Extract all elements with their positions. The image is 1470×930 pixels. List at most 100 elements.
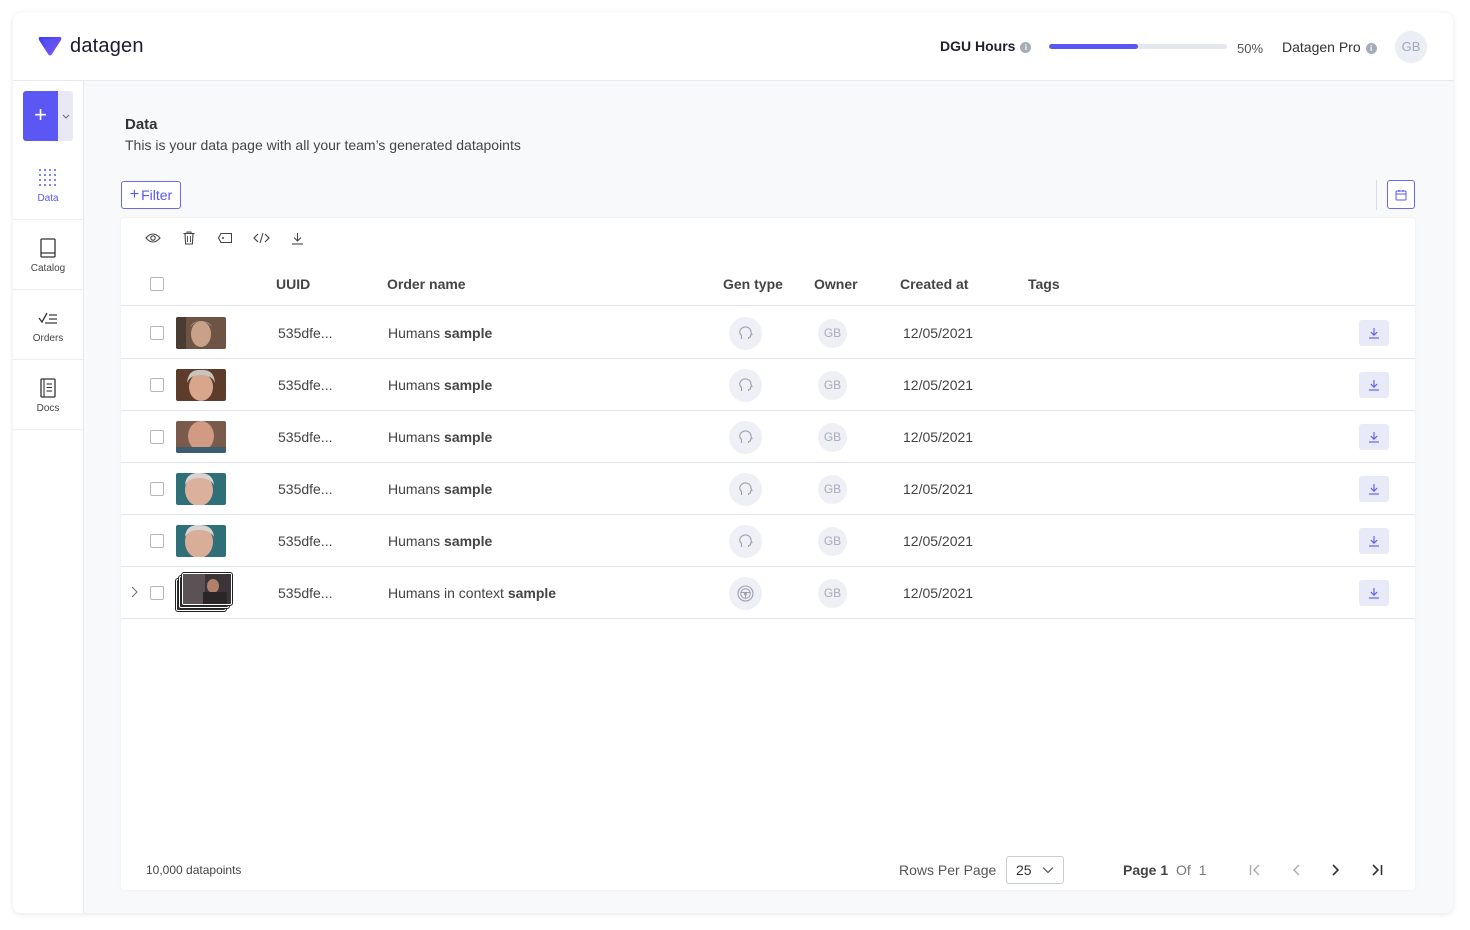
- steering-wheel-icon: [737, 585, 754, 602]
- row-checkbox[interactable]: [150, 586, 164, 600]
- gen-type-badge: [729, 317, 762, 350]
- table-row[interactable]: 535dfe... Humans sample GB 12/05/2021: [121, 515, 1415, 567]
- table-row[interactable]: 535dfe... Humans sample GB 12/05/2021: [121, 359, 1415, 411]
- delete-button[interactable]: [171, 228, 207, 248]
- prev-page-button[interactable]: [1283, 856, 1311, 884]
- download-icon: [1369, 380, 1379, 391]
- datapoint-thumbnail[interactable]: [176, 369, 226, 401]
- order-name-cell: Humans sample: [388, 377, 492, 393]
- create-dropdown[interactable]: [58, 91, 73, 141]
- row-checkbox[interactable]: [150, 326, 164, 340]
- filter-button[interactable]: + Filter: [121, 181, 181, 209]
- sidebar-item-label: Data: [37, 192, 59, 204]
- download-icon: [1369, 484, 1379, 495]
- owner-avatar[interactable]: GB: [818, 475, 847, 504]
- order-name-bold: sample: [444, 481, 493, 497]
- created-at-cell: 12/05/2021: [903, 481, 974, 497]
- code-icon: [252, 232, 270, 244]
- datapoint-thumbnail-stack[interactable]: [176, 571, 234, 611]
- dgu-progress-percent: 50%: [1237, 41, 1264, 56]
- plus-icon: +: [129, 186, 140, 203]
- order-name-cell: Humans sample: [388, 429, 492, 445]
- column-header-created-at[interactable]: Created at: [900, 276, 968, 292]
- order-name-cell: Humans sample: [388, 325, 492, 341]
- column-header-order-name[interactable]: Order name: [387, 276, 466, 292]
- column-header-owner[interactable]: Owner: [814, 276, 858, 292]
- next-page-button[interactable]: [1321, 856, 1349, 884]
- owner-avatar[interactable]: GB: [818, 423, 847, 452]
- datapoint-thumbnail[interactable]: [176, 317, 226, 349]
- face-thumbnail: [176, 317, 226, 349]
- dgu-hours-label: DGU Hours i: [940, 38, 1032, 54]
- chevron-right-icon[interactable]: [130, 585, 140, 599]
- table-row[interactable]: 535dfe... Humans sample GB 12/05/2021: [121, 463, 1415, 515]
- order-name-cell: Humans in context sample: [388, 585, 556, 601]
- app-window: datagen DGU Hours i 50% Datagen Pro i GB +: [13, 13, 1453, 913]
- dgu-hours-text: DGU Hours: [940, 38, 1016, 54]
- owner-avatar[interactable]: GB: [818, 319, 847, 348]
- head-profile-icon: [739, 482, 753, 495]
- column-header-tags[interactable]: Tags: [1028, 276, 1060, 292]
- sidebar-item-catalog[interactable]: Catalog: [13, 222, 83, 290]
- info-icon[interactable]: i: [1365, 43, 1377, 54]
- row-download-button[interactable]: [1359, 320, 1389, 346]
- download-all-button[interactable]: [279, 228, 315, 248]
- page-title: Data: [125, 116, 158, 133]
- code-button[interactable]: [243, 228, 279, 248]
- sidebar-item-orders[interactable]: Orders: [13, 292, 83, 360]
- owner-avatar[interactable]: GB: [818, 527, 847, 556]
- order-name-prefix: Humans: [388, 377, 445, 393]
- uuid-cell: 535dfe...: [278, 377, 333, 393]
- plus-icon[interactable]: +: [23, 91, 58, 141]
- created-at-cell: 12/05/2021: [903, 325, 974, 341]
- column-header-gen-type[interactable]: Gen type: [723, 276, 783, 292]
- row-download-button[interactable]: [1359, 580, 1389, 606]
- scene-thumbnail: [183, 574, 231, 604]
- uuid-cell: 535dfe...: [278, 533, 333, 549]
- row-checkbox[interactable]: [150, 430, 164, 444]
- logo-text: datagen: [70, 34, 144, 57]
- info-icon[interactable]: i: [1020, 42, 1032, 53]
- download-icon: [1369, 536, 1379, 547]
- download-icon: [1369, 432, 1379, 443]
- row-checkbox[interactable]: [150, 534, 164, 548]
- checklist-icon: [38, 312, 57, 324]
- eye-icon: [145, 233, 161, 243]
- user-avatar[interactable]: GB: [1395, 31, 1427, 63]
- rows-per-page-label: Rows Per Page: [899, 862, 997, 878]
- select-all-checkbox[interactable]: [150, 277, 164, 291]
- datapoint-thumbnail[interactable]: [176, 525, 226, 557]
- table-row[interactable]: 535dfe... Humans sample GB 12/05/2021: [121, 411, 1415, 463]
- row-download-button[interactable]: [1359, 372, 1389, 398]
- column-header-uuid[interactable]: UUID: [276, 276, 310, 292]
- row-download-button[interactable]: [1359, 528, 1389, 554]
- logo[interactable]: datagen: [37, 34, 144, 58]
- datapoint-thumbnail[interactable]: [176, 473, 226, 505]
- calendar-button[interactable]: [1387, 180, 1415, 209]
- row-download-button[interactable]: [1359, 424, 1389, 450]
- first-page-button[interactable]: [1241, 856, 1269, 884]
- rows-per-page-value: 25: [1016, 862, 1032, 878]
- table-row[interactable]: 535dfe... Humans sample GB 12/05/2021: [121, 307, 1415, 359]
- row-download-button[interactable]: [1359, 476, 1389, 502]
- view-button[interactable]: [135, 228, 171, 248]
- download-icon: [291, 232, 303, 245]
- chevron-right-icon: [1332, 864, 1340, 876]
- owner-avatar[interactable]: GB: [818, 579, 847, 608]
- sidebar-item-label: Docs: [36, 402, 60, 414]
- sidebar-item-data[interactable]: Data: [13, 152, 83, 220]
- download-icon: [1369, 328, 1379, 339]
- plan-label: Datagen Pro i: [1282, 39, 1377, 55]
- sidebar-item-docs[interactable]: Docs: [13, 362, 83, 430]
- owner-avatar[interactable]: GB: [818, 371, 847, 400]
- last-page-button[interactable]: [1363, 856, 1391, 884]
- tag-button[interactable]: [207, 228, 243, 248]
- table-row[interactable]: 535dfe... Humans in context sample GB 12…: [121, 567, 1415, 619]
- create-button[interactable]: +: [23, 91, 73, 141]
- order-name-bold: sample: [444, 325, 493, 341]
- row-checkbox[interactable]: [150, 378, 164, 392]
- rows-per-page-select[interactable]: 25: [1006, 856, 1064, 884]
- datapoint-thumbnail[interactable]: [176, 421, 226, 453]
- uuid-cell: 535dfe...: [278, 585, 333, 601]
- row-checkbox[interactable]: [150, 482, 164, 496]
